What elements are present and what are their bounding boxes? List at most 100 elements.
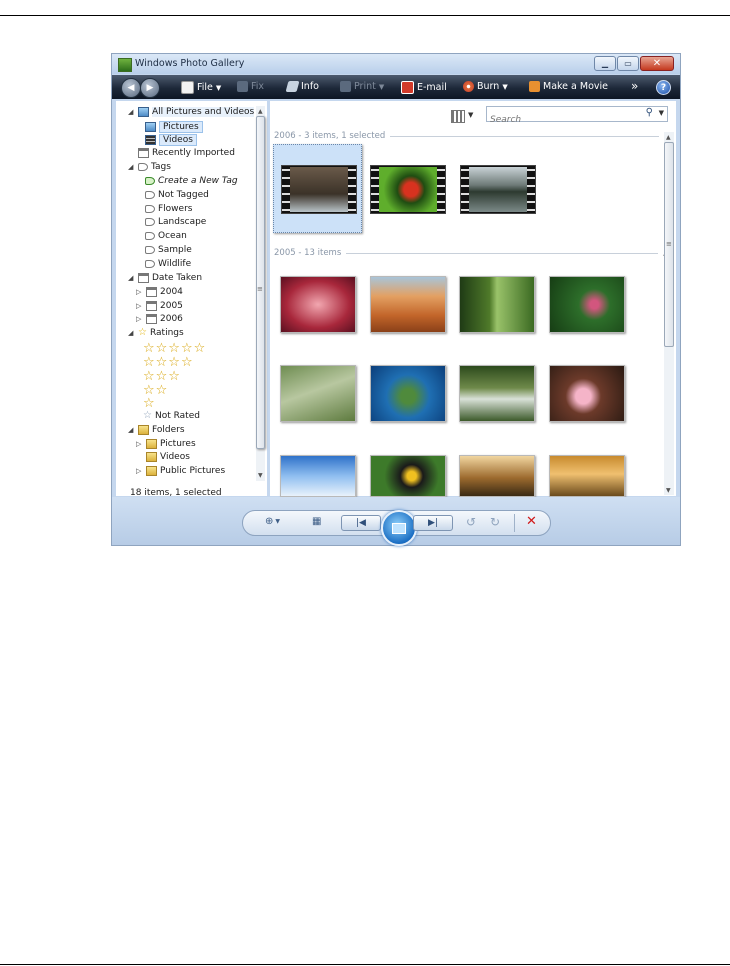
nav-not-tagged[interactable]: Not Tagged [145,190,209,200]
toolbar: ◀ ▶ File ▼ Fix Info Print ▼ E-mail Burn ▼ [112,75,680,99]
delete-icon[interactable]: ✕ [526,514,537,529]
nav-year[interactable]: ▷ 2006 [136,314,183,324]
rating-3-stars[interactable]: ☆☆☆ [143,370,181,383]
video-thumbnail[interactable] [370,165,446,214]
pictures-icon [145,122,156,132]
content-scroll-down-icon[interactable]: ▼ [666,487,671,494]
forward-button[interactable]: ▶ [140,78,160,98]
video-thumbnail[interactable] [460,165,536,214]
nav-all-pictures-videos[interactable]: ◢ All Pictures and Videos [128,107,255,117]
photo-thumbnail[interactable] [459,276,535,333]
slideshow-icon [392,522,406,534]
print-menu[interactable]: Print ▼ [340,81,384,92]
photo-thumbnail[interactable] [280,276,356,333]
file-menu[interactable]: File ▼ [181,81,221,94]
content-scrollbar[interactable] [664,132,674,495]
group-header-2006[interactable]: 2006 - 3 items, 1 selected ▲ [274,131,669,141]
calendar-icon [146,314,157,324]
nav-tags[interactable]: ◢ Tags [128,162,171,172]
nav-year[interactable]: ▷ 2004 [136,287,183,297]
app-icon [118,58,132,72]
nav-scrollbar[interactable] [256,106,265,481]
previous-button[interactable]: |◀ [341,515,381,531]
nav-scrollbar-thumb[interactable] [256,116,265,449]
nav-folders[interactable]: ◢ Folders [128,425,185,435]
nav-create-tag[interactable]: Create a New Tag [145,176,238,186]
rating-4-stars[interactable]: ☆☆☆☆ [143,356,194,369]
nav-folder-item[interactable]: ▷ Public Pictures [136,466,225,476]
maximize-button[interactable]: ▭ [617,56,639,71]
slideshow-button[interactable] [381,510,417,546]
nav-folder-item[interactable]: ▷ Pictures [136,439,196,449]
nav-folder-item[interactable]: Videos [146,452,190,462]
tag-icon [145,191,155,199]
star-icon: ☆ [138,327,147,338]
rating-1-star[interactable]: ☆ [143,397,156,410]
search-dropdown-icon[interactable]: ▼ [659,109,664,117]
search-box[interactable]: ⚲ ▼ [486,106,668,127]
toolbar-divider [514,514,515,532]
navigation-pane [116,101,267,496]
folder-icon [146,439,157,449]
thumbnail-view-icon[interactable]: ▦ [312,516,322,527]
photo-thumbnail[interactable] [370,455,446,497]
photo-thumbnail[interactable] [280,365,356,422]
rotate-clockwise-icon[interactable]: ↻ [490,515,500,529]
fix-icon [237,81,248,92]
zoom-icon[interactable]: ⊕ ▼ [265,516,280,527]
burn-menu[interactable]: Burn ▼ [463,81,508,92]
rating-5-stars[interactable]: ☆☆☆☆☆ [143,342,206,355]
photo-thumbnail[interactable] [549,455,625,497]
info-button[interactable]: Info [285,81,319,92]
group-header-2005[interactable]: 2005 - 13 items ▲ [274,248,668,258]
new-tag-icon [145,177,155,185]
photo-thumbnail[interactable] [280,455,356,497]
back-button[interactable]: ◀ [121,78,141,98]
nav-tag-item[interactable]: Flowers [145,204,192,214]
info-icon [285,81,300,92]
search-input[interactable] [487,113,640,127]
photo-thumbnail[interactable] [459,455,535,497]
photo-thumbnail[interactable] [370,365,446,422]
lake-video-image [469,167,527,212]
nav-ratings[interactable]: ◢ ☆ Ratings [128,327,184,339]
calendar-icon [146,301,157,311]
video-thumbnail[interactable] [281,165,357,214]
nav-year[interactable]: ▷ 2005 [136,301,183,311]
printer-icon [340,81,351,92]
nav-tag-item[interactable]: Ocean [145,231,187,241]
more-commands-button[interactable]: » [631,79,638,93]
rotate-counterclockwise-icon[interactable]: ↺ [466,515,476,529]
nav-tag-item[interactable]: Sample [145,245,192,255]
close-button[interactable]: ✕ [640,56,674,71]
view-dropdown-icon[interactable]: ▼ [468,111,473,119]
nav-not-rated[interactable]: ☆ Not Rated [143,411,200,422]
nav-date-taken[interactable]: ◢ Date Taken [128,273,202,283]
nav-recently-imported[interactable]: Recently Imported [138,148,235,158]
disc-icon [463,81,474,92]
photo-thumbnail[interactable] [549,276,625,333]
nav-tag-item[interactable]: Wildlife [145,259,191,269]
minimize-button[interactable]: ▁ [594,56,616,71]
help-icon[interactable]: ? [656,80,671,95]
nav-videos[interactable]: Videos [145,134,197,146]
file-icon [181,81,194,94]
nav-pictures[interactable]: Pictures [145,121,203,133]
search-icon[interactable]: ⚲ [646,107,653,118]
next-button[interactable]: ▶| [413,515,453,531]
gallery-icon [138,107,149,117]
nav-tag-item[interactable]: Landscape [145,217,206,227]
title-bar[interactable]: Windows Photo Gallery ▁ ▭ ✕ [112,54,680,74]
nav-scroll-down-icon[interactable]: ▼ [258,472,263,479]
fix-button[interactable]: Fix [237,81,264,92]
window-title: Windows Photo Gallery [135,58,245,69]
photo-thumbnail[interactable] [459,365,535,422]
content-scroll-up-icon[interactable]: ▲ [666,134,671,141]
view-options-icon[interactable] [451,110,465,123]
email-button[interactable]: E-mail [401,81,447,94]
photo-thumbnail[interactable] [549,365,625,422]
photo-thumbnail[interactable] [370,276,446,333]
make-movie-button[interactable]: Make a Movie [529,81,608,92]
tag-icon [145,232,155,240]
nav-scroll-up-icon[interactable]: ▲ [258,108,263,115]
